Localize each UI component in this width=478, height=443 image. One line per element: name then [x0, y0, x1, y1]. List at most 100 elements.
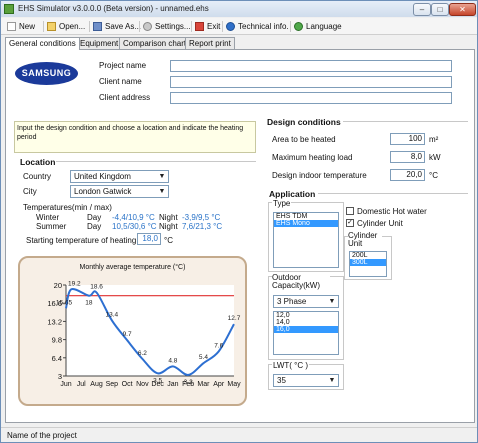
capacity-option[interactable]: 14,0 — [274, 319, 338, 326]
gear-icon — [143, 22, 152, 31]
client-name-input[interactable] — [170, 76, 452, 88]
data-label: 6.2 — [138, 350, 147, 357]
summer-night-label: Night — [159, 222, 178, 231]
cylinder-unit-group-label: Cylinder Unit — [348, 232, 382, 248]
data-label: 4.8 — [168, 357, 177, 364]
app-icon — [4, 4, 14, 14]
save-icon — [93, 22, 102, 31]
x-tick-label: Nov — [136, 381, 149, 388]
design-conditions-title: Design conditions — [267, 117, 341, 127]
capacity-listbox[interactable]: 12,0 14,0 16,0 — [273, 311, 339, 355]
client-address-input[interactable] — [170, 92, 452, 104]
toolbar-separator — [43, 21, 44, 32]
cylinder-unit-group: Cylinder Unit 200L 300L — [344, 232, 392, 280]
data-label: 5.4 — [199, 354, 208, 361]
summer-day-label: Day — [87, 222, 102, 231]
open-button[interactable]: Open... — [47, 20, 85, 33]
type-option-tdm[interactable]: EHS TDM — [274, 213, 338, 220]
save-as-label: Save As... — [105, 22, 142, 31]
language-button[interactable]: Language — [294, 20, 342, 33]
x-tick-label: Aug — [90, 381, 103, 388]
open-label: Open... — [59, 22, 86, 31]
summer-day-temps: 10,5/30,6 °C — [112, 222, 157, 231]
heating-load-input[interactable]: 8,0 — [390, 151, 425, 163]
technical-info-label: Technical info. — [238, 22, 289, 31]
winter-night-temps: -3,9/9,5 °C — [182, 213, 221, 222]
type-group: Type EHS TDM EHS Mono — [268, 199, 344, 272]
toolbar-separator — [89, 21, 90, 32]
cylinder-unit-checkbox[interactable]: ✓ — [346, 219, 354, 227]
winter-label: Winter — [36, 213, 60, 222]
area-unit: m² — [429, 135, 439, 144]
tab-equipment[interactable]: Equipment — [76, 37, 123, 49]
exit-label: Exit — [207, 22, 221, 31]
cylinder-option-200l[interactable]: 200L — [350, 252, 386, 259]
new-file-icon — [7, 22, 16, 31]
cylinder-listbox[interactable]: 200L 300L — [349, 251, 387, 277]
country-select[interactable]: United Kingdom ▼ — [70, 170, 169, 183]
cylinder-option-300l[interactable]: 300L — [350, 259, 386, 266]
city-label: City — [23, 187, 37, 196]
heating-load-unit: kW — [429, 153, 441, 162]
project-name-label: Project name — [99, 61, 147, 70]
chart-frame: Monthly average temperature (°C) 20 16.6 1… — [18, 256, 247, 406]
save-as-button[interactable]: Save As... — [93, 20, 141, 33]
city-select[interactable]: London Gatwick ▼ — [70, 185, 169, 198]
winter-day-label: Day — [87, 213, 102, 222]
lwt-label: LWT( °C ) — [272, 361, 310, 370]
phase-select[interactable]: 3 Phase ▼ — [273, 295, 339, 308]
outdoor-capacity-group: Outdoor Capacity(kW) 3 Phase ▼ 12,0 14,0… — [268, 274, 344, 360]
capacity-option[interactable]: 16,0 — [274, 326, 338, 333]
data-label: 19.2 — [68, 280, 81, 287]
lwt-value: 35 — [277, 376, 286, 385]
indoor-temp-unit: °C — [429, 171, 438, 180]
area-input[interactable]: 100 — [390, 133, 425, 145]
maximize-button[interactable]: □ — [431, 3, 449, 16]
toolbar-separator — [139, 21, 140, 32]
cylinder-unit-checkbox-label: Cylinder Unit — [357, 219, 403, 228]
data-label: 18.6 — [90, 283, 103, 290]
technical-info-button[interactable]: Technical info. — [226, 20, 289, 33]
toolbar-separator — [191, 21, 192, 32]
exit-button[interactable]: Exit — [195, 20, 220, 33]
tab-general-conditions[interactable]: General conditions — [5, 37, 80, 50]
capacity-option[interactable]: 12,0 — [274, 312, 338, 319]
lwt-select[interactable]: 35 ▼ — [273, 374, 339, 387]
data-label: 18 — [85, 300, 93, 307]
settings-label: Settings... — [155, 22, 191, 31]
chevron-down-icon: ▼ — [328, 377, 336, 384]
data-label: 7.6 — [214, 342, 223, 349]
close-button[interactable]: ✕ — [449, 3, 476, 16]
y-tick-label: 20 — [54, 281, 62, 290]
domestic-hot-water-checkbox[interactable] — [346, 207, 354, 215]
toolbar-separator — [222, 21, 223, 32]
start-temp-input[interactable]: 18,0 — [137, 233, 161, 245]
client-address-label: Client address — [99, 93, 151, 102]
indoor-temp-input[interactable]: 20,0 — [390, 169, 425, 181]
winter-day-temps: -4,4/10,9 °C — [112, 213, 155, 222]
x-tick-label: Jun — [60, 381, 71, 388]
x-tick-label: May — [227, 381, 241, 388]
data-label: 13.4 — [105, 311, 118, 318]
settings-button[interactable]: Settings... — [143, 20, 191, 33]
samsung-logo: SAMSUNG — [15, 62, 78, 85]
data-label: 9.7 — [123, 331, 132, 338]
info-icon — [226, 22, 235, 31]
phase-value: 3 Phase — [277, 297, 307, 306]
exit-icon — [195, 22, 204, 31]
data-label: 15.65 — [56, 299, 73, 306]
type-listbox[interactable]: EHS TDM EHS Mono — [273, 212, 339, 268]
start-temp-label: Starting temperature of heating — [26, 236, 137, 245]
project-name-input[interactable] — [170, 60, 452, 72]
x-tick-label: Oct — [122, 381, 133, 388]
globe-icon — [294, 22, 303, 31]
lwt-group: LWT( °C ) 35 ▼ — [268, 361, 344, 390]
tab-comparison-chart[interactable]: Comparison chart — [119, 37, 191, 49]
tab-report-print[interactable]: Report print — [185, 37, 235, 49]
chevron-down-icon: ▼ — [328, 298, 336, 305]
x-tick-label: Jul — [77, 381, 86, 388]
new-button[interactable]: New — [7, 20, 35, 33]
chevron-down-icon: ▼ — [158, 188, 166, 195]
type-option-mono[interactable]: EHS Mono — [274, 220, 338, 227]
minimize-button[interactable]: – — [413, 3, 431, 16]
